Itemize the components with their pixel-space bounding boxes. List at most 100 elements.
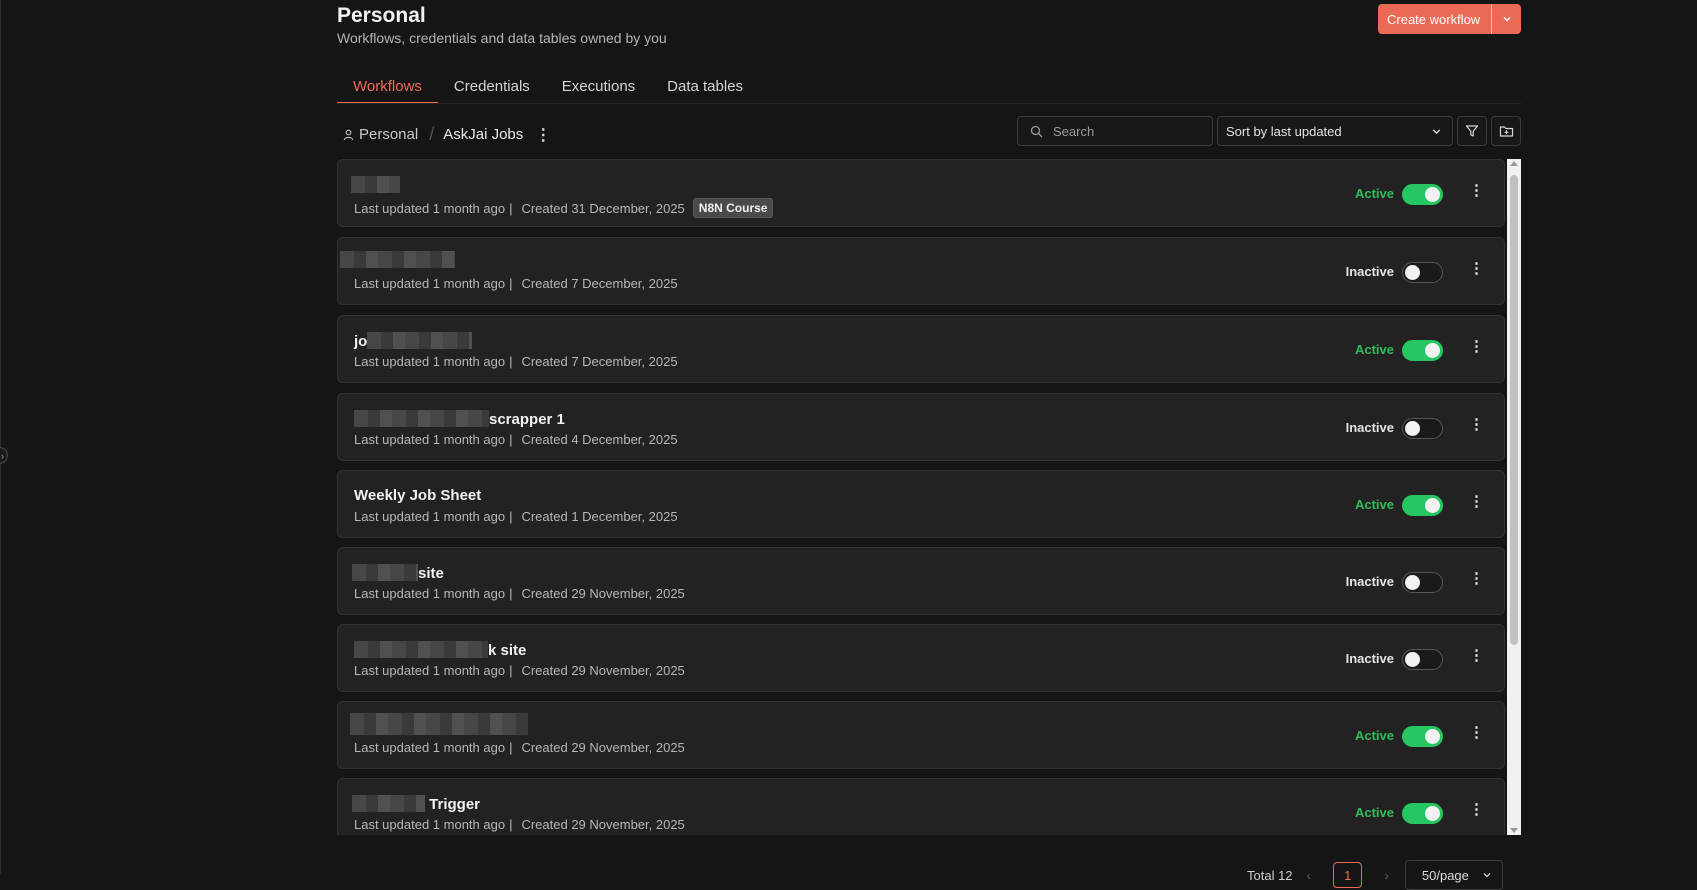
active-toggle[interactable]: [1402, 340, 1443, 361]
workflow-card[interactable]: Last updated 1 month ago | Created 29 Nov…: [337, 701, 1505, 769]
redacted-name: [351, 176, 400, 193]
search-field[interactable]: [1017, 116, 1213, 146]
folder-plus-icon: [1499, 126, 1513, 137]
workflow-actions-icon[interactable]: ⋮: [1469, 417, 1484, 432]
sort-select[interactable]: Sort by last updated: [1217, 116, 1453, 146]
workflow-actions-icon[interactable]: ⋮: [1469, 183, 1484, 198]
filter-button[interactable]: [1457, 116, 1487, 146]
active-toggle[interactable]: [1402, 184, 1443, 205]
workflow-name[interactable]: Weekly Job Sheet: [354, 487, 481, 505]
workflow-name[interactable]: [351, 176, 400, 194]
list-scrollbar[interactable]: [1507, 159, 1521, 835]
created-date: Created 29 November, 2025: [521, 663, 685, 678]
workflow-actions-icon[interactable]: ⋮: [1469, 725, 1484, 740]
user-icon: [343, 129, 354, 140]
folder-actions-icon[interactable]: ⋮: [535, 125, 551, 145]
workflow-name[interactable]: Trigger: [352, 795, 480, 813]
workflow-name[interactable]: k site: [354, 641, 526, 659]
new-folder-button[interactable]: [1491, 116, 1521, 146]
workflow-meta: Last updated 1 month ago | Created 29 Nov…: [354, 740, 685, 755]
created-date: Created 4 December, 2025: [521, 432, 678, 447]
active-toggle[interactable]: [1402, 726, 1443, 747]
chevron-down-icon: [1483, 873, 1491, 878]
status-label: Active: [1354, 805, 1394, 820]
toggle-knob: [1405, 652, 1420, 667]
workflow-card[interactable]: Weekly Job Sheet Last updated 1 month ag…: [337, 470, 1505, 538]
workflow-card[interactable]: Trigger Last updated 1 month ago | Create…: [337, 778, 1505, 835]
tab-executions[interactable]: Executions: [546, 74, 651, 104]
workflow-card[interactable]: jo Last updated 1 month ago | Created 7 D…: [337, 315, 1505, 383]
create-workflow-button[interactable]: Create workflow: [1378, 4, 1521, 34]
scroll-up-icon[interactable]: [1510, 161, 1518, 166]
workflow-meta: Last updated 1 month ago | Created 7 Dece…: [354, 354, 678, 369]
workflow-name-visible: jo: [354, 333, 368, 350]
workflow-name[interactable]: jo: [354, 332, 473, 350]
redacted-name: [352, 564, 418, 581]
create-options-dropdown[interactable]: [1491, 4, 1521, 34]
toggle-knob: [1405, 421, 1420, 436]
breadcrumb-personal[interactable]: Personal: [343, 126, 418, 143]
breadcrumb-personal-label: Personal: [359, 126, 419, 143]
toggle-knob: [1425, 806, 1440, 821]
expand-sidebar-button[interactable]: ›: [0, 447, 8, 464]
last-updated: Last updated 1 month ago: [354, 740, 506, 755]
page-button-current[interactable]: 1: [1333, 862, 1363, 888]
last-updated: Last updated 1 month ago: [354, 586, 506, 601]
workflow-tag[interactable]: N8N Course: [692, 198, 774, 218]
chevron-down-icon: [1503, 17, 1510, 22]
next-page-icon[interactable]: ›: [1384, 867, 1389, 883]
filter-icon: [1465, 125, 1479, 137]
tab-divider: [337, 103, 1521, 104]
workflow-card[interactable]: Last updated 1 month ago | Created 7 Dece…: [337, 237, 1505, 305]
last-updated: Last updated 1 month ago: [354, 432, 506, 447]
workflow-actions-icon[interactable]: ⋮: [1469, 648, 1484, 663]
workflow-meta: Last updated 1 month ago | Created 4 Dece…: [354, 432, 678, 447]
pagination: Total 12 ‹ 1 › 50/page: [1247, 860, 1503, 890]
page-size-select[interactable]: 50/page: [1404, 860, 1503, 890]
active-toggle[interactable]: [1402, 649, 1443, 670]
last-updated: Last updated 1 month ago: [354, 354, 506, 369]
workflow-name[interactable]: [350, 713, 528, 735]
active-toggle[interactable]: [1402, 418, 1443, 439]
workflow-actions-icon[interactable]: ⋮: [1469, 802, 1484, 817]
page-title: Personal: [337, 4, 426, 27]
active-toggle[interactable]: [1402, 803, 1443, 824]
search-input[interactable]: [1053, 123, 1193, 139]
page-size-value: 50/page: [1421, 867, 1469, 883]
tab-bar: Workflows Credentials Executions Data ta…: [337, 74, 759, 104]
tab-credentials[interactable]: Credentials: [438, 74, 546, 104]
create-workflow-label[interactable]: Create workflow: [1378, 4, 1491, 34]
scroll-down-icon[interactable]: [1510, 828, 1518, 833]
active-toggle[interactable]: [1402, 495, 1443, 516]
redacted-name: [367, 332, 473, 349]
breadcrumb-folder[interactable]: AskJai Jobs: [443, 126, 523, 143]
status-label: Inactive: [1345, 574, 1394, 589]
workflow-actions-icon[interactable]: ⋮: [1469, 339, 1484, 354]
last-updated: Last updated 1 month ago: [354, 276, 506, 291]
meta-separator: |: [509, 509, 513, 524]
meta-separator: |: [509, 432, 513, 447]
workflow-name-visible: scrapper 1: [489, 411, 565, 428]
breadcrumb: Personal / AskJai Jobs ⋮: [343, 124, 551, 145]
workflow-name[interactable]: scrapper 1: [354, 410, 565, 428]
workflow-actions-icon[interactable]: ⋮: [1469, 494, 1484, 509]
workflow-meta: Last updated 1 month ago | Created 31 Dec…: [354, 198, 774, 218]
workflow-name[interactable]: site: [352, 564, 444, 582]
active-toggle[interactable]: [1402, 262, 1443, 283]
status-label: Active: [1354, 728, 1394, 743]
workflow-card[interactable]: scrapper 1 Last updated 1 month ago | Cre…: [337, 393, 1505, 461]
workflow-name[interactable]: [340, 251, 455, 269]
workflow-meta: Last updated 1 month ago | Created 29 Nov…: [354, 586, 685, 601]
workflow-actions-icon[interactable]: ⋮: [1469, 261, 1484, 276]
active-toggle[interactable]: [1402, 572, 1443, 593]
workflow-card[interactable]: site Last updated 1 month ago | Created 2…: [337, 547, 1505, 615]
workflow-actions-icon[interactable]: ⋮: [1469, 571, 1484, 586]
created-date: Created 29 November, 2025: [521, 586, 685, 601]
workflow-card[interactable]: k site Last updated 1 month ago | Created…: [337, 624, 1505, 692]
prev-page-icon[interactable]: ‹: [1307, 867, 1312, 883]
scrollbar-thumb[interactable]: [1510, 175, 1518, 645]
tab-workflows[interactable]: Workflows: [337, 74, 438, 104]
last-updated: Last updated 1 month ago: [354, 663, 506, 678]
tab-data-tables[interactable]: Data tables: [651, 74, 759, 104]
workflow-card[interactable]: Last updated 1 month ago | Created 31 Dec…: [337, 159, 1505, 227]
